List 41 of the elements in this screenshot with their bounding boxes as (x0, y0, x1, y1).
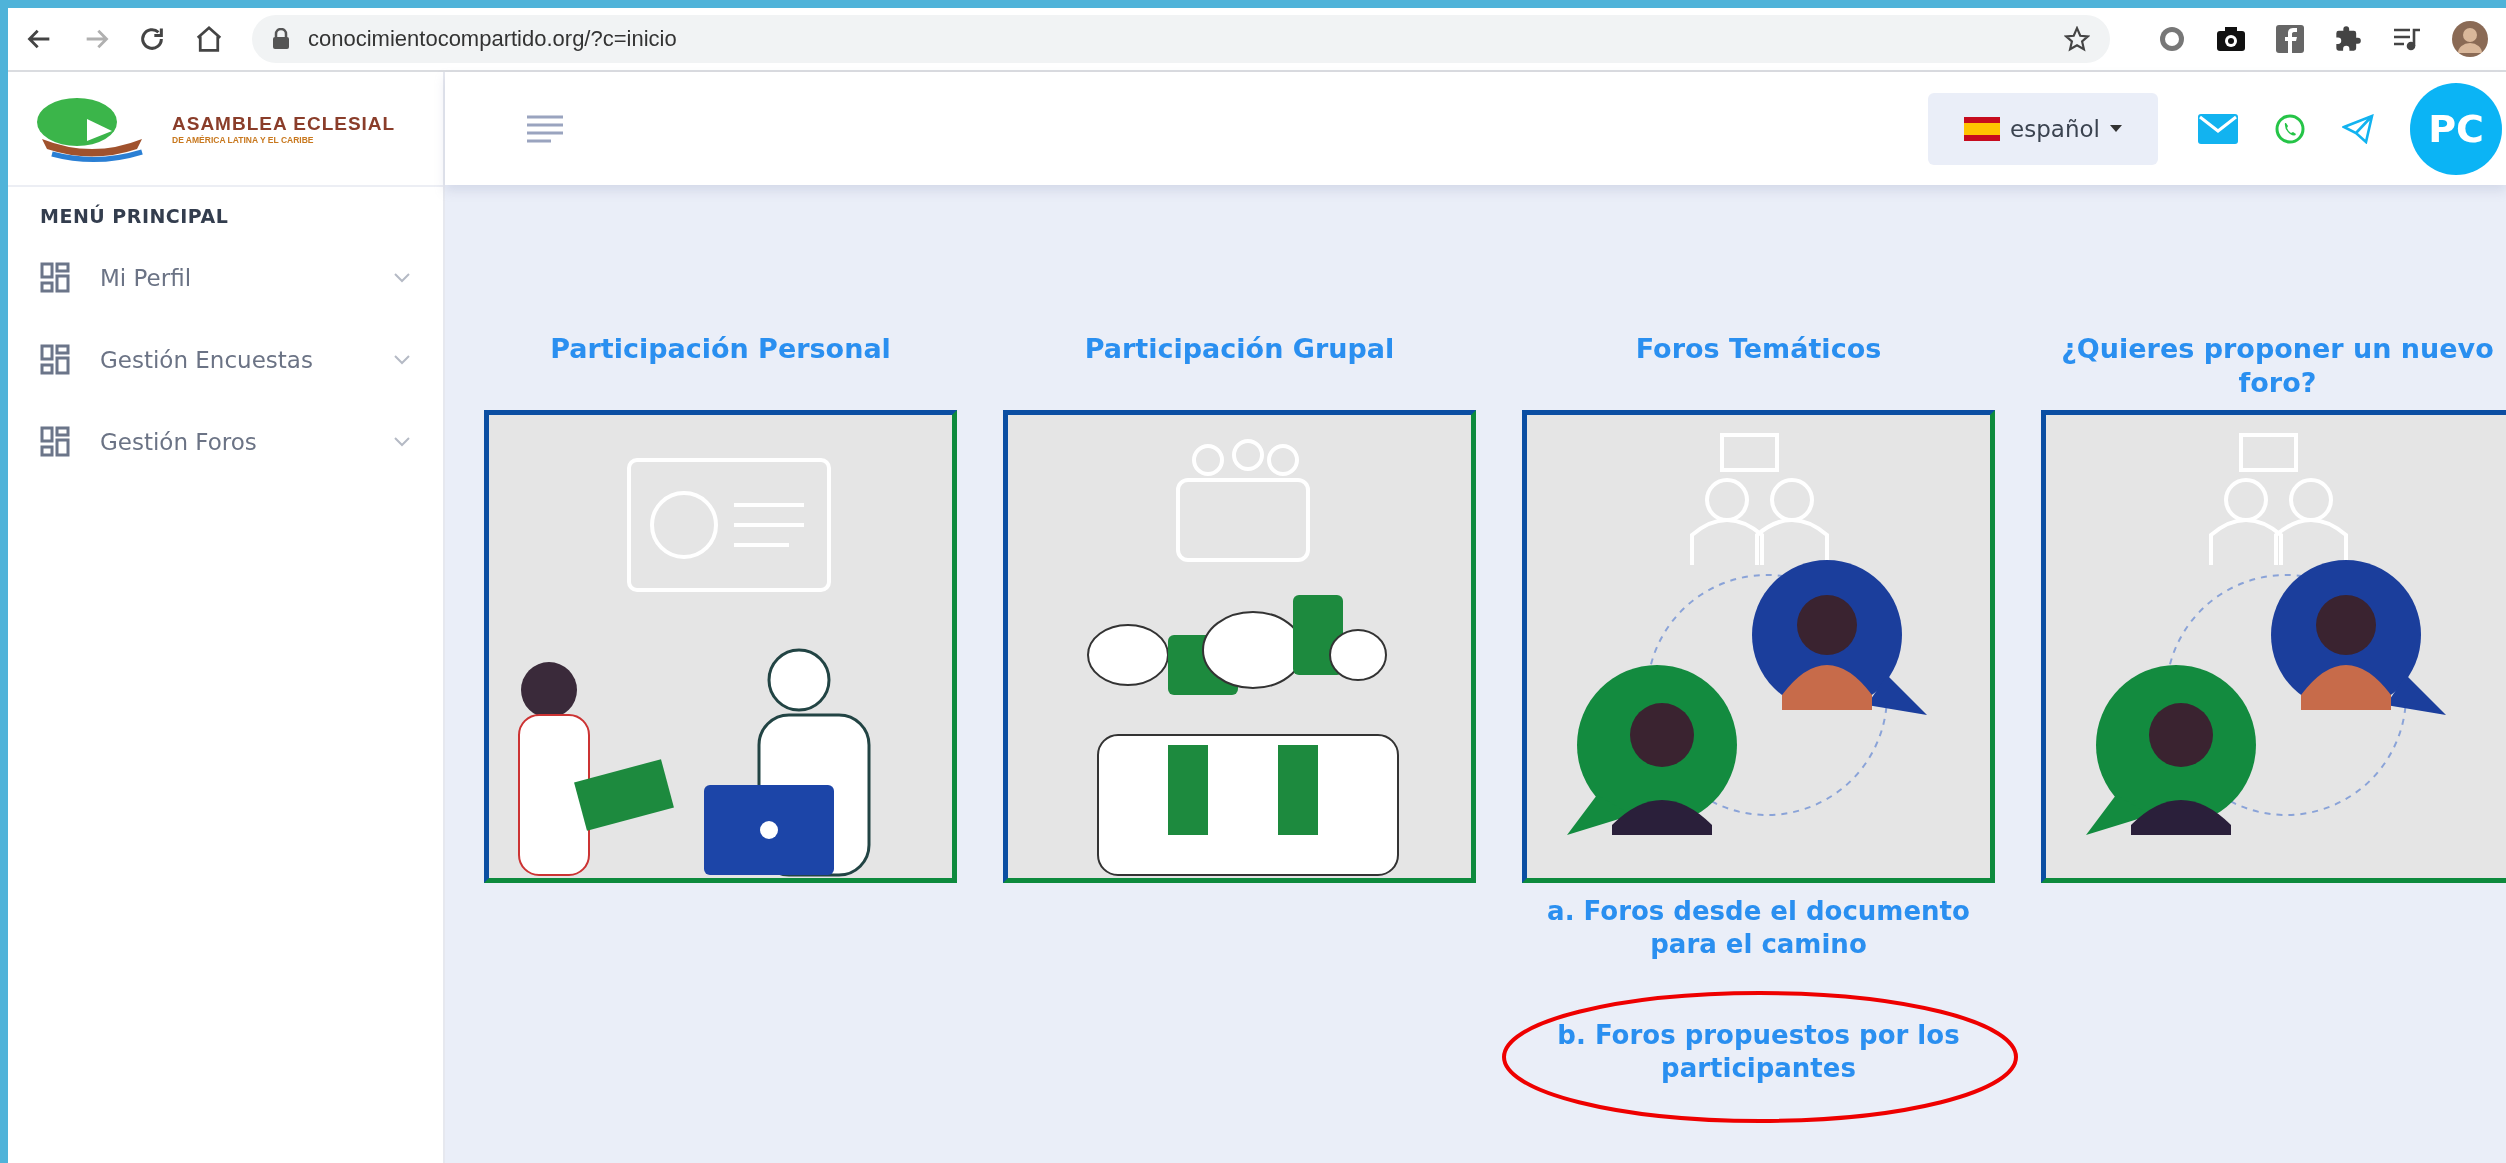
card-title-link[interactable]: Participación Personal (484, 320, 957, 410)
home-icon (194, 24, 224, 54)
address-bar[interactable]: conocimientocompartido.org/?c=inicio (252, 15, 2110, 63)
user-avatar[interactable]: PC (2410, 82, 2502, 175)
sidebar-item-label: Mi Perfil (100, 265, 193, 291)
card-title-link[interactable]: ¿Quieres proponer un nuevo foro? (2041, 320, 2506, 410)
sidebar-item[interactable]: Gestión Encuestas (8, 319, 443, 401)
url-text: conocimientocompartido.org/?c=inicio (308, 26, 677, 52)
sidebar-item-label: Gestión Encuestas (100, 347, 314, 373)
paper-plane-icon (2342, 113, 2374, 144)
logo-subtitle: DE AMÉRICA LATINA Y EL CARIBE (172, 134, 315, 145)
caret-icon (2109, 124, 2122, 133)
language-dropdown[interactable]: español (1928, 92, 2158, 165)
profile-avatar-icon[interactable] (2452, 21, 2488, 57)
menu-grid-icon (40, 262, 70, 294)
playlist-icon[interactable] (2392, 26, 2422, 52)
camera-icon[interactable] (2216, 26, 2246, 52)
sidebar-item[interactable]: Gestión Foros (8, 401, 443, 483)
sidebar-item-label: Gestión Foros (100, 429, 258, 455)
chevron-down-icon (393, 272, 411, 284)
card-title-link[interactable]: Foros Temáticos (1522, 320, 1995, 410)
chevron-down-icon (393, 436, 411, 448)
mail-icon (2198, 113, 2238, 144)
star-icon[interactable] (2064, 26, 2090, 52)
reload-button[interactable] (138, 25, 166, 53)
s-logo-icon[interactable] (2158, 25, 2186, 53)
f-logo-icon[interactable] (2276, 25, 2304, 53)
sidebar-item[interactable]: Mi Perfil (8, 237, 443, 319)
phone-bubble-icon (2274, 112, 2306, 145)
home-button[interactable] (194, 24, 224, 54)
puzzle-icon[interactable] (2334, 25, 2362, 53)
menu-grid-icon (40, 426, 70, 458)
sidebar-heading: MENÚ PRINCIPAL (39, 203, 230, 229)
forum-link[interactable]: a. Foros desde el documento para el camino (1522, 895, 1995, 961)
lock-icon (272, 28, 290, 50)
card-title-link[interactable]: Participación Grupal (1003, 320, 1476, 410)
reload-icon (138, 25, 166, 53)
logo-title: ASAMBLEA ECLESIAL (172, 112, 396, 135)
chevron-down-icon (393, 354, 411, 366)
flag-icon (1964, 116, 2001, 141)
menu-grid-icon (40, 344, 70, 376)
